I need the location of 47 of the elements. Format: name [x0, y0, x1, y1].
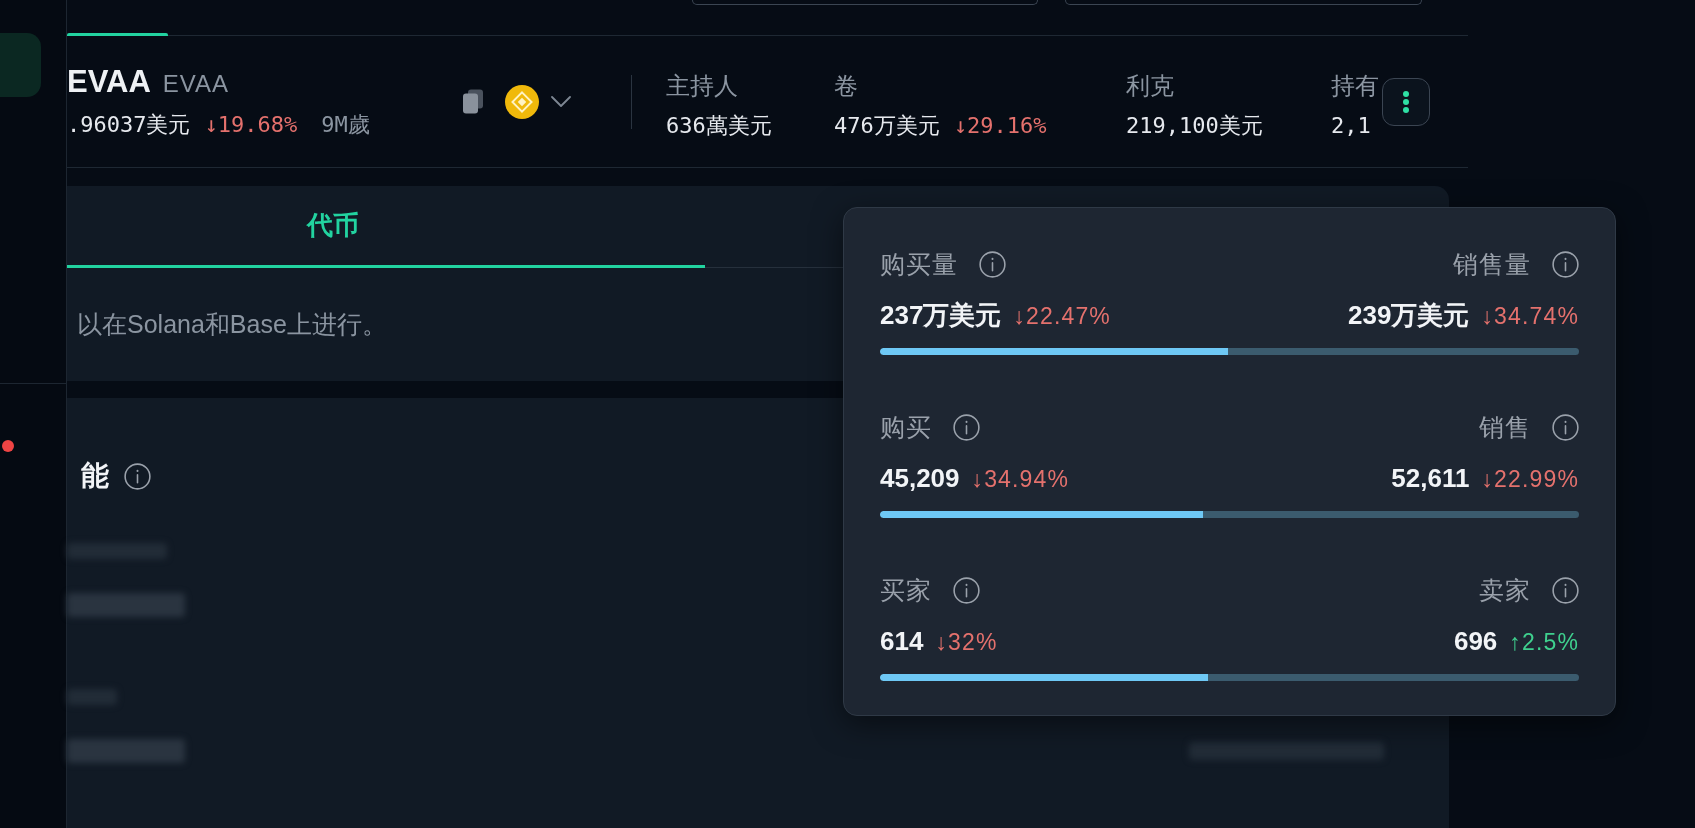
- info-icon[interactable]: [979, 250, 1006, 278]
- stat-value: 45,209: [880, 461, 960, 495]
- copy-icon[interactable]: [463, 89, 483, 114]
- section-title: 能: [81, 460, 109, 492]
- stat-label: 卖家: [1479, 576, 1531, 604]
- stat-label: 利克: [1126, 71, 1175, 101]
- stat-label: 卷: [834, 71, 859, 101]
- stat-change: ↓22.47%: [1013, 301, 1111, 331]
- stat-label: 购买量: [880, 250, 958, 278]
- stat-value: 614: [880, 624, 924, 658]
- info-icon[interactable]: [953, 413, 980, 441]
- tab[interactable]: 代币: [67, 186, 705, 268]
- stat-value: 476万美元: [834, 111, 940, 140]
- info-icon[interactable]: [1552, 250, 1579, 278]
- more-button[interactable]: [1382, 77, 1430, 126]
- info-icon[interactable]: [1552, 413, 1579, 441]
- stat-label: 持有: [1331, 71, 1380, 101]
- stat-label: 销售: [1479, 413, 1531, 441]
- stat-value: 2,1: [1331, 111, 1371, 140]
- stat-label: 购买: [880, 413, 932, 441]
- stat-value: 239万美元: [1348, 298, 1470, 332]
- stat-change: ↓32%: [935, 627, 998, 657]
- more-vertical-icon: [1403, 90, 1409, 113]
- info-icon[interactable]: [124, 462, 151, 490]
- token-name: EVAA: [67, 63, 151, 101]
- stat-value: 696: [1453, 624, 1498, 658]
- price-change: ↓19.68%: [204, 110, 298, 139]
- stat-change: ↓29.16%: [953, 111, 1047, 140]
- info-icon[interactable]: [953, 576, 980, 604]
- chevron-down-icon[interactable]: [551, 96, 571, 107]
- stat-label: 买家: [880, 576, 932, 604]
- stat-change: ↓22.99%: [1481, 464, 1579, 494]
- stat-value: 237万美元: [880, 298, 1002, 332]
- stat-change: ↓34.94%: [971, 464, 1070, 494]
- stat-label: 主持人: [666, 71, 739, 101]
- stat-label: 销售量: [1453, 250, 1531, 278]
- stat-change: ↑2.5%: [1509, 627, 1579, 657]
- stat-value: 52,611: [1391, 461, 1470, 495]
- stat-value: 636萬美元: [666, 111, 772, 140]
- info-icon[interactable]: [1552, 576, 1579, 604]
- description-text: 以在Solana和Base上进行。: [77, 308, 387, 340]
- token-age: 9M歲: [321, 110, 370, 139]
- token-price: .96037美元: [67, 110, 191, 139]
- stat-value: 219,100美元: [1126, 111, 1263, 140]
- stat-change: ↓34.74%: [1481, 301, 1579, 331]
- coin-icon: [505, 84, 539, 119]
- token-symbol: EVAA: [162, 69, 229, 99]
